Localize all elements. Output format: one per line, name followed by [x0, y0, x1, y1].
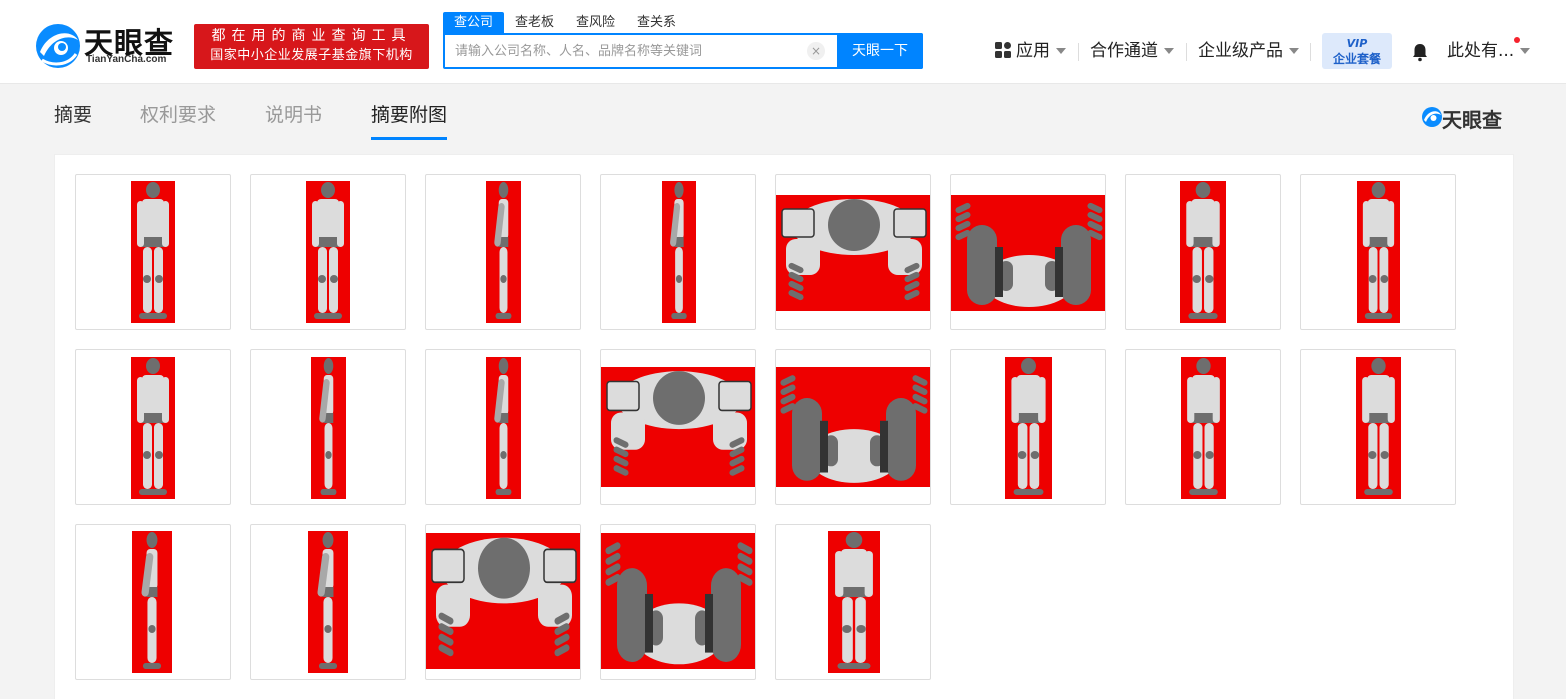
- figure-image: [1356, 357, 1401, 499]
- logo-domain: TianYanCha.com: [86, 54, 167, 65]
- figure-thumbnail[interactable]: [425, 524, 581, 680]
- top-header: 天眼查 TianYanCha.com 都在用的商业查询工具 国家中小企业发展子基…: [0, 0, 1566, 84]
- figure-image: [1180, 181, 1226, 323]
- vip-badge: VIP: [1346, 37, 1368, 50]
- logo-eye-icon: [1422, 107, 1442, 127]
- figure-image: [828, 531, 880, 673]
- figure-image: [306, 181, 350, 323]
- figure-image: [776, 367, 930, 487]
- figures-panel: [54, 154, 1514, 699]
- figure-thumbnail[interactable]: [75, 349, 231, 505]
- nav-apps-label: 应用: [1016, 41, 1050, 61]
- figure-image: [311, 357, 346, 499]
- apps-icon: [995, 42, 1011, 58]
- figure-image: [426, 533, 580, 669]
- logo-eye-icon: [36, 24, 80, 68]
- search-type-tabs: 查公司 查老板 查风险 查关系: [443, 12, 687, 33]
- vip-label: 企业套餐: [1332, 52, 1381, 66]
- search-tab-risk[interactable]: 查风险: [565, 12, 626, 33]
- tab-description[interactable]: 说明书: [265, 96, 322, 134]
- figure-image: [601, 533, 755, 669]
- figure-thumbnail[interactable]: [600, 174, 756, 330]
- search-tab-company[interactable]: 查公司: [443, 12, 505, 33]
- figure-thumbnail[interactable]: [425, 174, 581, 330]
- tab-abstract[interactable]: 摘要: [54, 96, 92, 134]
- figure-image: [662, 181, 696, 323]
- nav-enterprise-label: 企业级产品: [1198, 41, 1283, 61]
- figure-thumbnail[interactable]: [75, 174, 231, 330]
- figure-image: [951, 195, 1105, 311]
- search-tab-relation[interactable]: 查关系: [626, 12, 687, 33]
- search-tab-boss[interactable]: 查老板: [504, 12, 565, 33]
- figure-image: [1181, 357, 1226, 499]
- figure-image: [486, 181, 521, 323]
- chevron-down-icon: [1056, 48, 1066, 54]
- figure-thumbnail[interactable]: [1125, 174, 1281, 330]
- figure-image: [131, 181, 175, 323]
- figure-thumbnail[interactable]: [425, 349, 581, 505]
- tab-claims[interactable]: 权利要求: [140, 96, 216, 134]
- figure-thumbnail[interactable]: [75, 524, 231, 680]
- figure-thumbnail[interactable]: [250, 349, 406, 505]
- figure-image: [132, 531, 172, 673]
- figure-thumbnail[interactable]: [1125, 349, 1281, 505]
- search-input[interactable]: [445, 35, 837, 67]
- slogan-line-2: 国家中小企业发展子基金旗下机构: [210, 48, 413, 63]
- chevron-down-icon: [1164, 48, 1174, 54]
- figure-image: [776, 195, 930, 311]
- tab-abstract-figures[interactable]: 摘要附图: [371, 96, 448, 140]
- chevron-down-icon: [1520, 48, 1531, 54]
- figure-thumbnail[interactable]: [775, 524, 931, 680]
- search-button[interactable]: 天眼一下: [837, 33, 923, 69]
- figure-thumbnail[interactable]: [950, 174, 1106, 330]
- chevron-down-icon: [1289, 48, 1299, 54]
- nav-divider: [1310, 43, 1311, 61]
- figure-thumbnail[interactable]: [250, 524, 406, 680]
- slogan-line-1: 都在用的商业查询工具: [211, 28, 412, 44]
- figure-image: [1357, 181, 1400, 323]
- vip-enterprise-button[interactable]: VIP 企业套餐: [1322, 33, 1392, 69]
- figure-image: [308, 531, 348, 673]
- nav-apps[interactable]: 应用: [994, 32, 1066, 70]
- figure-image: [1005, 357, 1052, 499]
- search-box: × 天眼一下: [443, 33, 923, 69]
- nav-divider: [1186, 43, 1187, 61]
- figure-thumbnail[interactable]: [250, 174, 406, 330]
- bell-icon[interactable]: [1410, 42, 1430, 62]
- figure-thumbnail[interactable]: [775, 349, 931, 505]
- figure-image: [486, 357, 521, 499]
- nav-partner[interactable]: 合作通道: [1090, 32, 1174, 70]
- brand-watermark: 天眼查: [1421, 104, 1513, 132]
- slogan-banner: 都在用的商业查询工具 国家中小企业发展子基金旗下机构: [194, 24, 429, 69]
- figure-image: [601, 367, 755, 487]
- nav-partner-label: 合作通道: [1090, 41, 1158, 61]
- figure-thumbnail[interactable]: [950, 349, 1106, 505]
- figure-image: [131, 357, 175, 499]
- figure-thumbnail[interactable]: [600, 349, 756, 505]
- nav-user-label: 此处有...: [1447, 41, 1515, 61]
- figure-thumbnail[interactable]: [1300, 174, 1456, 330]
- nav-enterprise[interactable]: 企业级产品: [1198, 32, 1299, 70]
- nav-divider: [1078, 43, 1079, 61]
- search-clear-icon[interactable]: ×: [807, 42, 825, 60]
- brand-text: 天眼查: [1442, 108, 1502, 132]
- figure-thumbnail[interactable]: [600, 524, 756, 680]
- site-logo[interactable]: 天眼查 TianYanCha.com: [34, 20, 194, 70]
- figure-thumbnail[interactable]: [775, 174, 931, 330]
- figure-thumbnail[interactable]: [1300, 349, 1456, 505]
- notification-dot: [1514, 37, 1520, 43]
